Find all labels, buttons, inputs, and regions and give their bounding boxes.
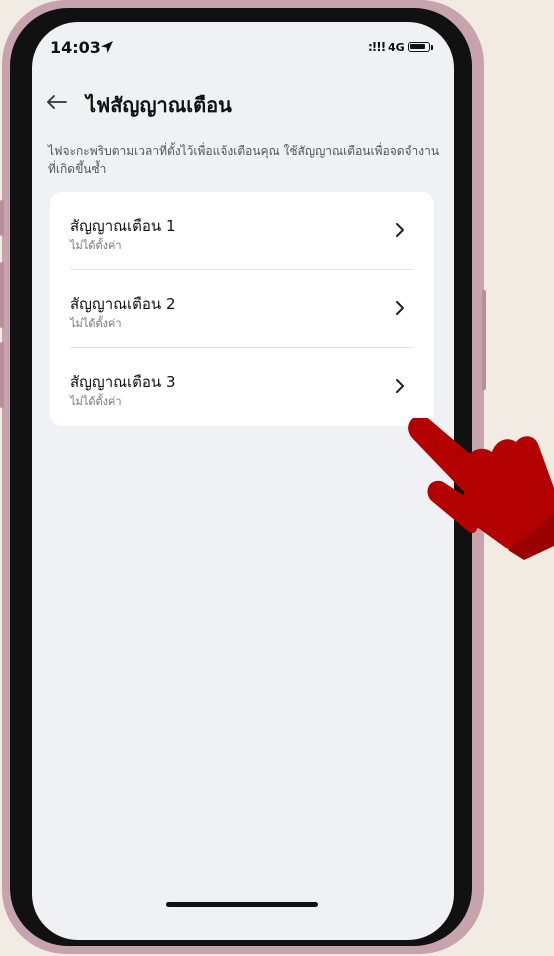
status-time: 14:03 [50, 38, 101, 57]
alarm-status: ไม่ได้ตั้งค่า [70, 395, 122, 408]
page: 14:03 :!!! 4G ไฟสัญญาณเตือน ไฟจะกะพริบตา… [0, 0, 554, 956]
phone-volume-up [0, 262, 4, 328]
alarm-title: สัญญาณเตือน 2 [70, 295, 176, 313]
alarm-title: สัญญาณเตือน 3 [70, 373, 176, 391]
page-title: ไฟสัญญาณเตือน [86, 93, 232, 117]
alarm-title: สัญญาณเตือน 1 [70, 217, 176, 235]
phone-mute-switch [0, 200, 4, 236]
alarm-status: ไม่ได้ตั้งค่า [70, 317, 122, 330]
battery-level [410, 44, 425, 49]
location-arrow-icon [101, 41, 113, 53]
back-arrow-icon[interactable] [44, 88, 72, 116]
alarm-list-card: สัญญาณเตือน 1 ไม่ได้ตั้งค่า สัญญาณเตือน … [50, 192, 434, 426]
page-description: ไฟจะกะพริบตามเวลาที่ตั้งไว้เพื่อแจ้งเตือ… [48, 144, 440, 176]
home-indicator[interactable] [166, 902, 318, 907]
alarm-status: ไม่ได้ตั้งค่า [70, 239, 122, 252]
battery-tip [431, 45, 433, 50]
phone-screen: 14:03 :!!! 4G ไฟสัญญาณเตือน ไฟจะกะพริบตา… [32, 22, 454, 940]
battery-icon [408, 42, 430, 52]
network-type: 4G [388, 41, 405, 54]
chevron-right-icon [396, 223, 404, 237]
alarm-row-3[interactable]: สัญญาณเตือน 3 ไม่ได้ตั้งค่า [50, 348, 434, 426]
alarm-row-2[interactable]: สัญญาณเตือน 2 ไม่ได้ตั้งค่า [50, 270, 434, 348]
status-bar: 14:03 :!!! 4G [32, 22, 454, 72]
chevron-right-icon [396, 379, 404, 393]
alarm-row-1[interactable]: สัญญาณเตือน 1 ไม่ได้ตั้งค่า [50, 192, 434, 270]
chevron-right-icon [396, 301, 404, 315]
phone-volume-down [0, 342, 4, 408]
pointing-hand-icon [408, 418, 554, 560]
cellular-signal-icon: :!!! [368, 40, 386, 54]
phone-power-button [482, 290, 486, 390]
